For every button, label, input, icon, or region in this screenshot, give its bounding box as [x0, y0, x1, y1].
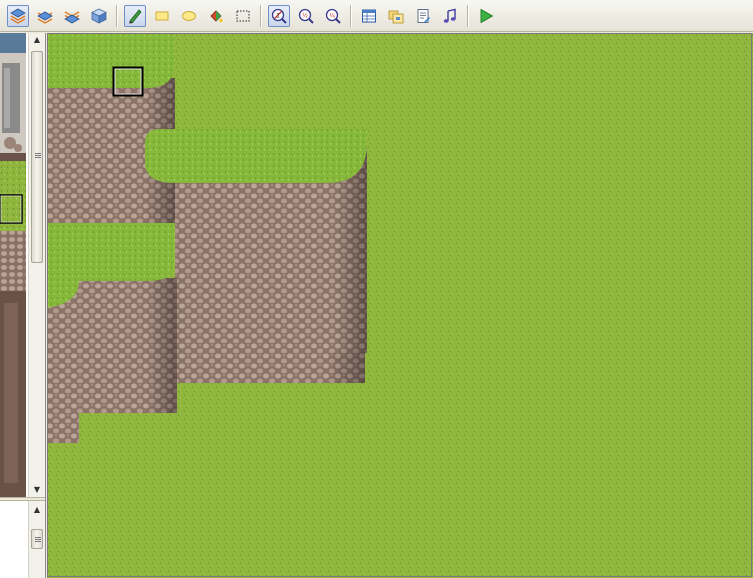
zoom-4x-button[interactable]: ¼	[322, 5, 344, 27]
layer-stack-orange-icon	[36, 11, 53, 24]
map-tree[interactable]	[0, 501, 28, 578]
notepad-icon	[417, 8, 430, 23]
rectangle-tool-button[interactable]	[151, 5, 173, 27]
table-icon	[361, 9, 376, 22]
tileset-scrollbar[interactable]: ▲ ▼	[28, 33, 45, 497]
scroll-down-arrow[interactable]: ▼	[29, 483, 45, 497]
toolbar-separator	[467, 4, 468, 27]
layer-2-button[interactable]	[34, 5, 56, 27]
music-note-icon	[443, 8, 456, 23]
zoom-half-icon: ½	[298, 8, 314, 24]
pencil-tool-button[interactable]	[123, 4, 146, 27]
toolbar: 1 ½ ¼	[0, 0, 753, 32]
folders-icon	[388, 10, 403, 23]
toolbar-separator	[350, 4, 351, 27]
tileset-panel: ▲ ▼ ▲	[0, 33, 46, 578]
layer-1-button[interactable]	[6, 4, 29, 27]
fill-bucket-icon	[209, 9, 223, 22]
zoom-2x-button[interactable]: ½	[295, 5, 317, 27]
select-tool-button[interactable]	[232, 5, 254, 27]
sound-test-button[interactable]	[439, 5, 461, 27]
scroll-up-arrow[interactable]: ▲	[29, 503, 45, 517]
dashed-select-icon	[236, 10, 249, 21]
tileset-palette[interactable]	[0, 33, 26, 497]
zoom-1x-icon: 1	[271, 8, 287, 24]
fill-tool-button[interactable]	[205, 5, 227, 27]
scroll-up-arrow[interactable]: ▲	[29, 33, 45, 47]
layer-3-button[interactable]	[61, 5, 83, 27]
cube-icon	[90, 8, 107, 24]
play-icon	[480, 8, 493, 23]
toolbar-separator	[260, 4, 261, 27]
zoom-quarter-icon: ¼	[325, 8, 341, 24]
scroll-thumb[interactable]	[31, 529, 43, 549]
playtest-button[interactable]	[475, 5, 497, 27]
tileset-graphic	[0, 33, 26, 497]
layer-stack-blue-icon	[9, 8, 26, 24]
svg-text:½: ½	[302, 12, 308, 19]
map-canvas[interactable]	[47, 33, 753, 578]
ellipse-icon	[181, 10, 196, 21]
scroll-thumb[interactable]	[31, 51, 43, 263]
ellipse-tool-button[interactable]	[178, 5, 200, 27]
script-editor-button[interactable]	[412, 5, 434, 27]
map-tree-scrollbar[interactable]: ▲	[28, 501, 45, 578]
materialbase-button[interactable]	[385, 5, 407, 27]
toolbar-separator	[116, 4, 117, 27]
svg-text:1: 1	[276, 12, 280, 19]
map-graphic	[47, 33, 753, 578]
svg-text:¼: ¼	[329, 12, 335, 19]
event-layer-button[interactable]	[88, 5, 110, 27]
database-button[interactable]	[358, 5, 380, 27]
zoom-1x-button[interactable]: 1	[267, 4, 290, 27]
layer-stack-multi-icon	[63, 10, 80, 23]
pencil-icon	[128, 8, 142, 24]
rectangle-icon	[155, 11, 168, 20]
